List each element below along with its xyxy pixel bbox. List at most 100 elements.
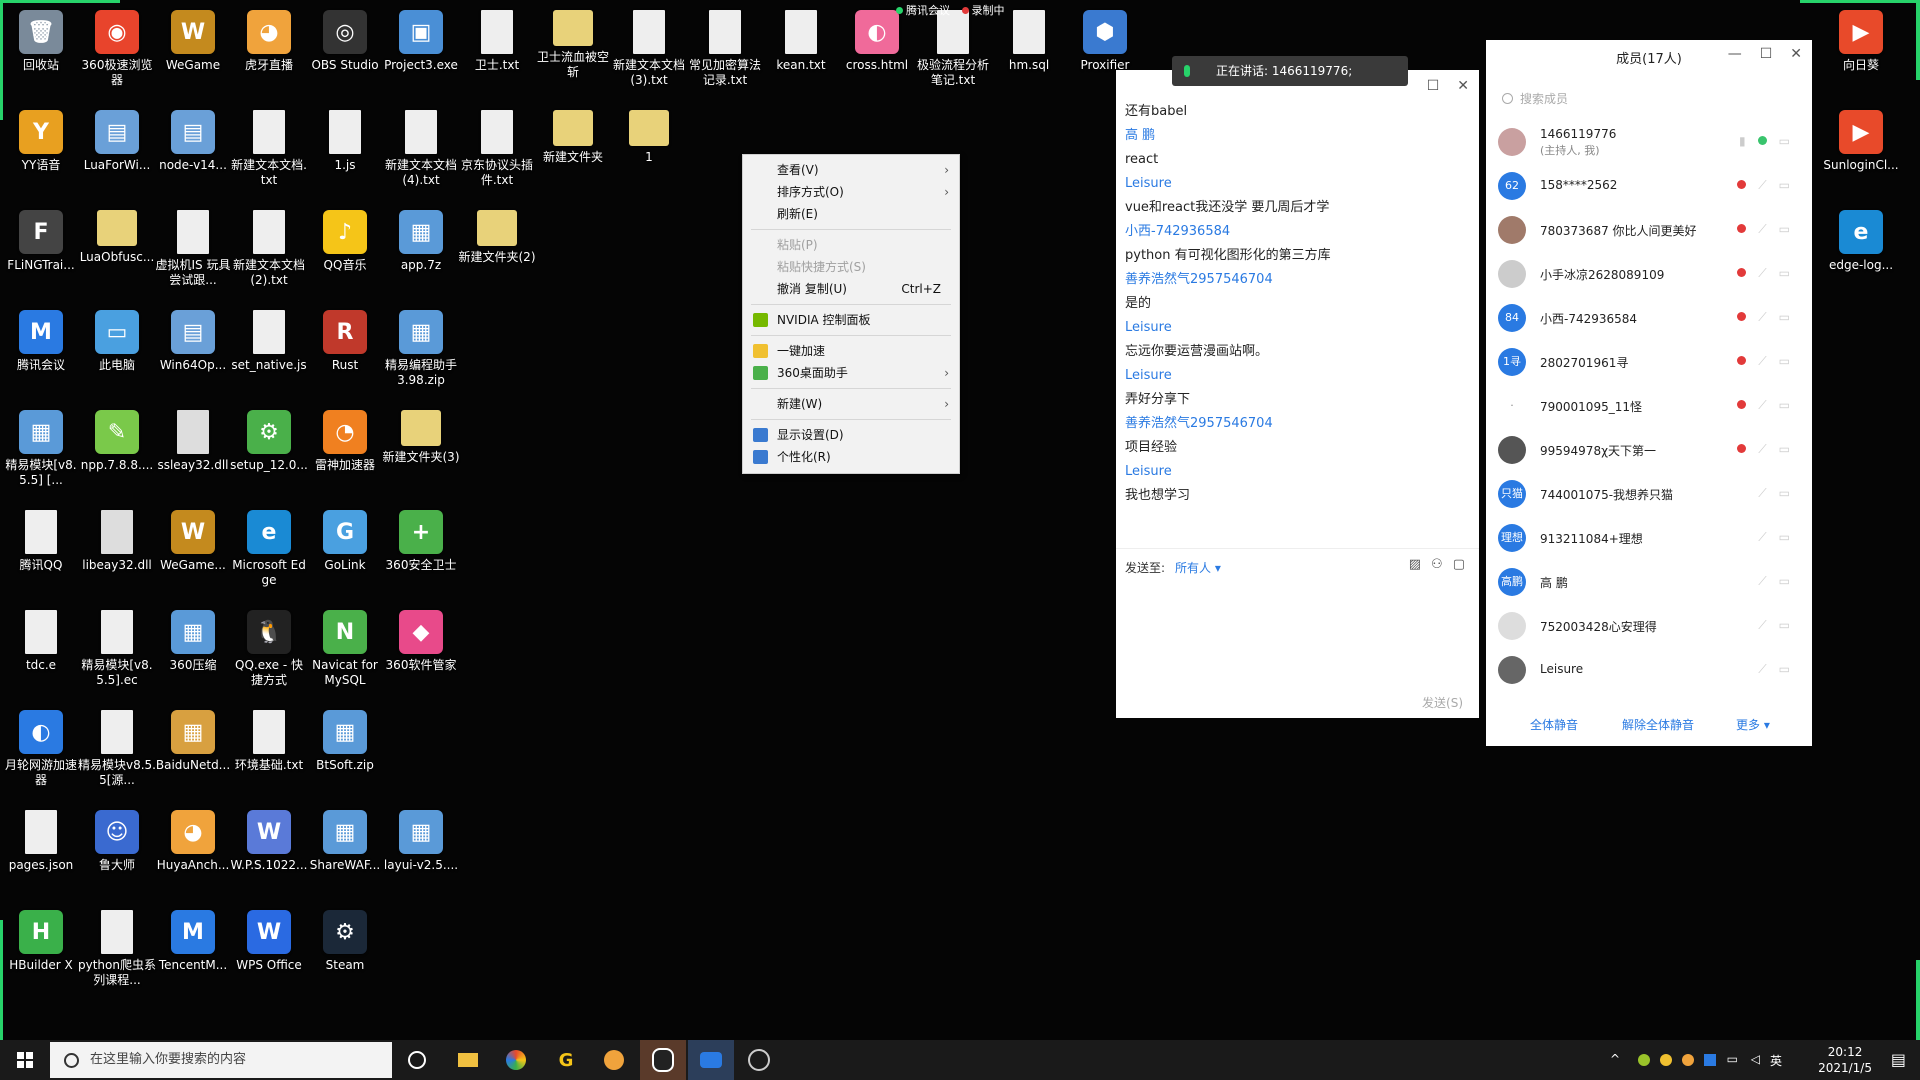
desktop-icon[interactable]: tdc.e <box>2 606 80 673</box>
desktop-icon[interactable]: R Rust <box>306 306 384 373</box>
desktop-icon[interactable]: kean.txt <box>762 6 840 73</box>
mic-muted-icon[interactable] <box>1737 224 1747 233</box>
desktop-icon[interactable]: ▭ 此电脑 <box>78 306 156 373</box>
desktop-icon[interactable]: M 腾讯会议 <box>2 306 80 373</box>
desktop-icon[interactable]: W W.P.S.1022... <box>230 806 308 873</box>
camera-icon[interactable]: ▭ <box>1779 574 1790 588</box>
context-menu-item[interactable]: 360桌面助手 › <box>743 362 959 384</box>
more-button[interactable]: 更多 ▾ <box>1736 716 1770 733</box>
desktop-icon[interactable]: 虚拟机IS 玩具 尝试跟... <box>154 206 232 288</box>
camera-icon[interactable]: ▭ <box>1779 134 1790 148</box>
qq-button[interactable] <box>640 1040 686 1080</box>
desktop-icon[interactable]: ▦ ShareWAF... <box>306 806 384 873</box>
context-menu-item[interactable]: 撤消 复制(U) Ctrl+Z <box>743 278 959 300</box>
start-button[interactable] <box>0 1040 50 1080</box>
chat-sender-name[interactable]: 善养浩然气2957546704 <box>1125 412 1465 436</box>
file-icon[interactable]: ▢ <box>1453 557 1465 572</box>
context-menu-item[interactable]: 新建(W) › <box>743 393 959 415</box>
file-explorer-button[interactable] <box>448 1040 488 1080</box>
camera-icon[interactable]: ▭ <box>1779 222 1790 236</box>
camera-icon[interactable]: ▭ <box>1779 310 1790 324</box>
desktop-icon[interactable]: 🐧 QQ.exe - 快捷方式 <box>230 606 308 688</box>
send-to-select[interactable]: 所有人 ▾ <box>1175 561 1221 575</box>
camera-icon[interactable]: ▭ <box>1779 662 1790 676</box>
mic-muted-icon[interactable] <box>1737 444 1747 453</box>
user-settings-icon[interactable]: ⚇ <box>1431 557 1443 572</box>
camera-icon[interactable]: ▭ <box>1779 178 1790 192</box>
mic-off-icon[interactable]: ⟋ <box>1758 354 1766 369</box>
context-menu-item[interactable]: NVIDIA 控制面板 <box>743 309 959 331</box>
desktop-icon[interactable]: ▤ node-v14... <box>154 106 232 173</box>
desktop-icon[interactable]: 1 <box>610 106 688 165</box>
mic-icon[interactable]: ▮ <box>1739 134 1746 148</box>
mic-muted-icon[interactable] <box>1737 356 1747 365</box>
desktop-icon[interactable]: ◕ HuyaAnch... <box>154 806 232 873</box>
unmute-all-button[interactable]: 解除全体静音 <box>1622 716 1694 733</box>
desktop-icon[interactable]: W WeGame... <box>154 506 232 573</box>
desktop-icon[interactable]: ◆ 360软件管家 <box>382 606 460 673</box>
close-icon[interactable]: ✕ <box>1457 78 1469 94</box>
desktop-icon[interactable]: 🗑 回收站 <box>2 6 80 73</box>
desktop-icon[interactable]: 京东协议头插件.txt <box>458 106 536 188</box>
desktop-icon[interactable]: ▶ SunloginCl... <box>1822 106 1900 173</box>
chat-sender-name[interactable]: 高 鹏 <box>1125 124 1465 148</box>
desktop-icon[interactable]: 常见加密算法记录.txt <box>686 6 764 88</box>
desktop-icon[interactable]: e edge-log... <box>1822 206 1900 273</box>
send-button[interactable]: 发送(S) <box>1422 694 1463 711</box>
desktop-icon[interactable]: ◎ OBS Studio <box>306 6 384 73</box>
desktop-icon[interactable]: ◐ 月轮网游加速器 <box>2 706 80 788</box>
tray-app-icon[interactable] <box>1660 1054 1672 1066</box>
desktop-icon[interactable]: ▤ Win64Op... <box>154 306 232 373</box>
chat-sender-name[interactable]: Leisure <box>1125 172 1465 196</box>
camera-icon[interactable]: ▭ <box>1779 618 1790 632</box>
desktop-icon[interactable]: 新建文件夹(2) <box>458 206 536 265</box>
desktop-icon[interactable]: 新建文件夹(3) <box>382 406 460 465</box>
member-row[interactable]: 1寻 2802701961寻 ⟋ ▭ <box>1498 342 1800 382</box>
desktop-icon[interactable]: 新建文本文档.txt <box>230 106 308 188</box>
member-row[interactable]: 62 158****2562 ⟋ ▭ <box>1498 166 1800 206</box>
desktop-icon[interactable]: ▦ 360压缩 <box>154 606 232 673</box>
mic-off-icon[interactable]: ⟋ <box>1758 398 1766 413</box>
maximize-icon[interactable]: ☐ <box>1427 78 1440 94</box>
browser-360-button[interactable] <box>496 1040 536 1080</box>
desktop-icon[interactable]: e Microsoft Edge <box>230 506 308 588</box>
desktop-icon[interactable]: 精易模块[v8.5.5].ec <box>78 606 156 688</box>
member-row[interactable]: 780373687 你比人间更美好 ⟋ ▭ <box>1498 210 1800 250</box>
desktop-icon[interactable]: ▦ 精易编程助手3.98.zip <box>382 306 460 388</box>
desktop-icon[interactable]: ⚙ Steam <box>306 906 384 973</box>
camera-icon[interactable]: ▭ <box>1779 354 1790 368</box>
desktop-icon[interactable]: ☺ 鲁大师 <box>78 806 156 873</box>
member-row[interactable]: 小手冰凉2628089109 ⟋ ▭ <box>1498 254 1800 294</box>
desktop-icon[interactable]: ▶ 向日葵 <box>1822 6 1900 73</box>
mic-muted-icon[interactable] <box>1737 268 1747 277</box>
desktop-icon[interactable]: libeay32.dll <box>78 506 156 573</box>
desktop-icon[interactable]: N Navicat for MySQL <box>306 606 384 688</box>
desktop-icon[interactable]: ◕ 虎牙直播 <box>230 6 308 73</box>
desktop-icon[interactable]: ▤ LuaForWi... <box>78 106 156 173</box>
member-search-input[interactable]: 搜索成员 <box>1498 88 1820 110</box>
chat-sender-name[interactable]: Leisure <box>1125 460 1465 484</box>
clock[interactable]: 20:12 2021/1/5 <box>1818 1044 1872 1076</box>
camera-icon[interactable]: ▭ <box>1779 442 1790 456</box>
member-row[interactable]: 1466119776 (主持人, 我) ▮ ▭ <box>1498 122 1800 162</box>
desktop-icon[interactable]: ♪ QQ音乐 <box>306 206 384 273</box>
desktop-icon[interactable]: 1.js <box>306 106 384 173</box>
desktop-icon[interactable]: 新建文件夹 <box>534 106 612 165</box>
taskbar-search-input[interactable]: 在这里输入你要搜索的内容 <box>50 1042 392 1078</box>
desktop-icon[interactable]: W WPS Office <box>230 906 308 973</box>
desktop-icon[interactable]: pages.json <box>2 806 80 873</box>
mic-off-icon[interactable]: ⟋ <box>1758 486 1766 501</box>
chevron-up-icon[interactable]: ^ <box>1610 1052 1620 1066</box>
chat-sender-name[interactable]: Leisure <box>1125 364 1465 388</box>
desktop-icon[interactable]: 极验流程分析笔记.txt <box>914 6 992 88</box>
desktop-icon[interactable]: F FLiNGTrai... <box>2 206 80 273</box>
member-row[interactable]: 理想 913211084+理想 ⟋ ▭ <box>1498 518 1800 558</box>
desktop-icon[interactable]: G GoLink <box>306 506 384 573</box>
desktop-icon[interactable]: ▦ 精易模块[v8.5.5] [... <box>2 406 80 488</box>
desktop-icon[interactable]: +360安全卫士 <box>382 506 460 573</box>
camera-icon[interactable]: ▭ <box>1779 530 1790 544</box>
obs-button[interactable] <box>738 1040 780 1080</box>
chat-sender-name[interactable]: 小西-742936584 <box>1125 220 1465 244</box>
mic-off-icon[interactable]: ⟋ <box>1758 178 1766 193</box>
desktop-icon[interactable]: M TencentM... <box>154 906 232 973</box>
